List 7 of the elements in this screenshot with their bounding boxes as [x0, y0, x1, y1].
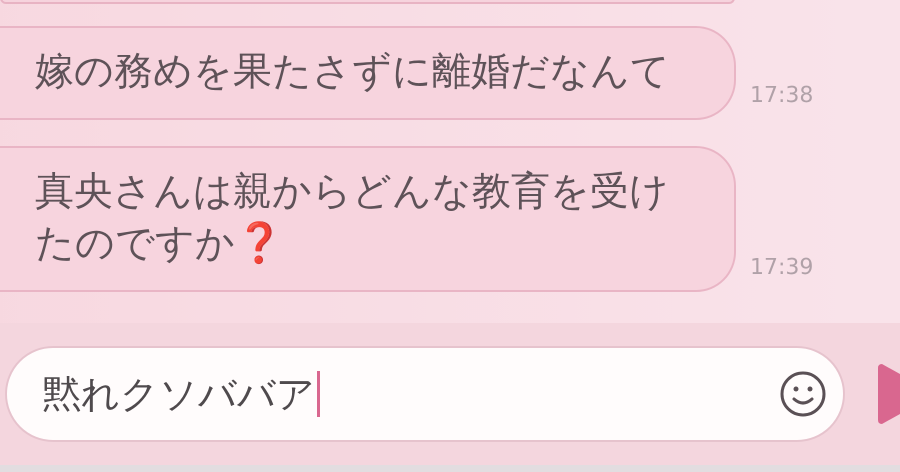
message-time: 17:38 — [750, 83, 814, 108]
text-cursor — [317, 371, 320, 417]
message-bubble: 嫁の務めを果たさずに離婚だなんて — [0, 26, 736, 120]
message-input[interactable]: 黙れクソババア — [5, 346, 845, 442]
message-bubble: 真央さんは親からどんな教育を受けたのですか❓ — [0, 146, 736, 292]
smiley-icon[interactable] — [779, 370, 827, 418]
message-time: 17:39 — [750, 255, 814, 280]
